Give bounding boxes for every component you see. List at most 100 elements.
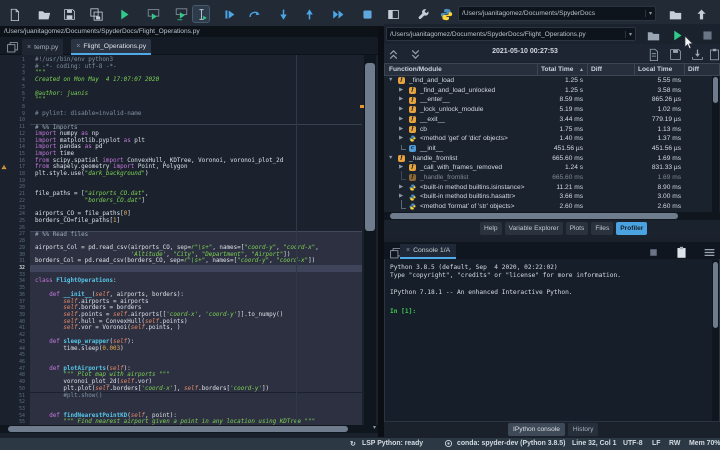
profiler-row[interactable]: ▼ f _find_and_load 1.25 s 5.55 ms [385,76,713,86]
tab-ipython-console[interactable]: IPython console [508,423,565,436]
interrupt-kernel-button[interactable] [644,243,662,261]
function-icon: f [409,86,416,94]
step-into-button[interactable] [274,5,292,23]
collapse-arrow-icon[interactable]: ▼ [388,154,393,164]
browse-tabs-icon[interactable] [3,38,21,56]
new-file-button[interactable] [5,5,23,23]
column-divider[interactable] [587,64,588,76]
tab-files[interactable]: Files [591,222,614,235]
save-file-button[interactable] [60,5,78,23]
tab-variable-explorer[interactable]: Variable Explorer [504,222,563,235]
close-icon[interactable]: × [27,44,31,51]
console-vscrollbar[interactable] [712,260,719,421]
code-text: self.hull = ConvexHull(self.points) [30,318,362,326]
profiler-open-file-button[interactable] [644,26,662,44]
profiler-hscrollbar-thumb[interactable] [390,213,678,219]
column-header[interactable]: Diff [688,64,699,76]
compare-data-button[interactable] [705,45,720,63]
tab-history[interactable]: History [567,423,599,436]
editor-vscrollbar[interactable] [364,55,376,433]
line-number: 49 [19,379,25,386]
profiler-row[interactable]: ▶ f cb 1.75 ms 1.13 ms [385,125,713,135]
column-divider[interactable] [537,64,538,76]
editor-tab-temp-py[interactable]: × temp.py [22,39,64,55]
column-header[interactable]: Diff [591,64,602,76]
editor-hscrollbar[interactable]: ▾ [0,425,378,433]
browse-working-directory-button[interactable] [666,5,684,23]
profiler-row[interactable]: ▶ <built-in method builtins.isinstance> 11… [385,183,713,193]
collapse-arrow-icon[interactable]: ▼ [388,76,393,86]
code-text: """ Plot map with airports """ [30,372,362,380]
debug-file-button[interactable] [220,5,238,23]
expand-rows-button[interactable] [406,45,424,63]
profiler-vscrollbar-thumb[interactable] [713,77,718,103]
profiler-row[interactable]: ▼ f _handle_fromlist 665.60 ms 1.69 ms [385,154,713,164]
chevron-down-icon[interactable]: ▾ [373,424,376,431]
code-editor[interactable]: 1 #!/usr/bin/env python3 2 # -*- coding: ut… [0,55,362,433]
collapse-rows-button[interactable] [384,45,402,63]
code-text [30,358,362,366]
profiler-row[interactable]: ▶ f _call_with_frames_removed 1.24 s 831.33 … [385,163,713,173]
continue-execution-button[interactable] [329,5,347,23]
profiler-row[interactable]: ▶ f _find_and_load_unlocked 1.25 s 3.58 ms [385,86,713,96]
profiler-row[interactable]: ▶ f _lock_unlock_module 5.19 ms 1.02 ms [385,105,713,115]
profiler-row[interactable]: f _handle_fromlist 665.60 ms 1.69 ms [385,171,713,183]
expand-arrow-icon[interactable]: ▶ [399,125,403,135]
editor-tab-Flight_Operations-py[interactable]: × Flight_Operations.py [71,39,152,55]
profiler-file-combobox[interactable]: /Users/juanitagomez/Documents/SpyderDocs… [386,27,636,41]
console-prompt[interactable]: In [1]: [390,308,416,316]
column-header[interactable]: Local Time [638,64,672,76]
expand-arrow-icon[interactable]: ▶ [399,115,403,125]
editor-line: 2 # -*- coding: utf-8 -*- [0,64,362,71]
run-cell-button[interactable] [144,5,162,23]
profiler-row[interactable]: c __init__ 451.56 µs 451.56 µs [385,144,713,154]
profiler-row[interactable]: ▶ <method 'get' of 'dict' objects> 1.40 ms… [385,134,713,144]
chevron-down-icon[interactable]: ▾ [644,10,652,17]
run-selection-button[interactable] [192,5,210,23]
maximize-pane-button[interactable] [384,5,402,23]
expand-arrow-icon[interactable]: ▶ [399,183,403,193]
preferences-button[interactable] [414,5,432,23]
tab-plots[interactable]: Plots [565,222,589,235]
profiler-hscrollbar[interactable] [384,212,720,220]
run-file-button[interactable] [115,5,133,23]
interpreter-status[interactable]: conda: spyder-dev (Python 3.8.5) [457,438,565,450]
copy-console-button[interactable] [672,243,690,261]
column-divider[interactable] [684,64,685,76]
step-out-button[interactable] [300,5,318,23]
close-icon[interactable]: × [76,43,80,50]
tab-help[interactable]: Help [480,222,502,235]
chevron-down-icon[interactable]: ▾ [624,30,632,38]
working-directory-combobox[interactable]: /Users/juanitagomez/Documents/SpyderDocs… [458,6,656,21]
console-tab[interactable]: × Console 1/A [400,244,457,259]
expand-arrow-icon[interactable]: ▶ [399,86,403,96]
show-output-button[interactable] [644,45,662,63]
parent-directory-button[interactable] [692,5,710,23]
profiler-table-header[interactable]: Function/Module Total Time ▲ Diff Local Time… [384,63,720,76]
expand-arrow-icon[interactable]: ▶ [399,105,403,115]
editor-vscrollbar-thumb[interactable] [365,63,375,231]
console-options-button[interactable] [700,243,718,261]
profiler-row[interactable]: <method 'format' of 'str' objects> 2.60 m… [385,200,713,212]
profiler-row[interactable]: ▶ f __enter__ 8.59 ms 865.26 µs [385,95,713,105]
save-all-button[interactable] [87,5,105,23]
expand-arrow-icon[interactable]: ▶ [399,95,403,105]
close-icon[interactable]: × [406,247,410,254]
tab-profiler[interactable]: Profiler [616,222,648,235]
column-divider[interactable] [634,64,635,76]
console-vscrollbar-thumb[interactable] [713,262,718,328]
profiler-row[interactable]: ▶ f __exit__ 3.44 ms 779.19 µs [385,115,713,125]
save-data-button[interactable] [666,45,684,63]
stop-debug-button[interactable] [358,5,376,23]
column-header[interactable]: Function/Module [389,64,442,76]
python-path-manager-button[interactable] [437,5,455,23]
editor-hscrollbar-thumb[interactable] [8,426,348,432]
run-cell-advance-button[interactable] [172,5,190,23]
profiler-row[interactable]: ▶ <built-in method builtins.hasattr> 3.66 … [385,192,713,202]
open-file-button[interactable] [35,5,53,23]
profile-stop-button[interactable] [698,26,716,44]
profiler-vscrollbar[interactable] [712,76,719,212]
step-over-button[interactable] [245,5,263,23]
column-header[interactable]: Total Time [541,64,573,76]
expand-arrow-icon[interactable]: ▶ [399,134,403,144]
